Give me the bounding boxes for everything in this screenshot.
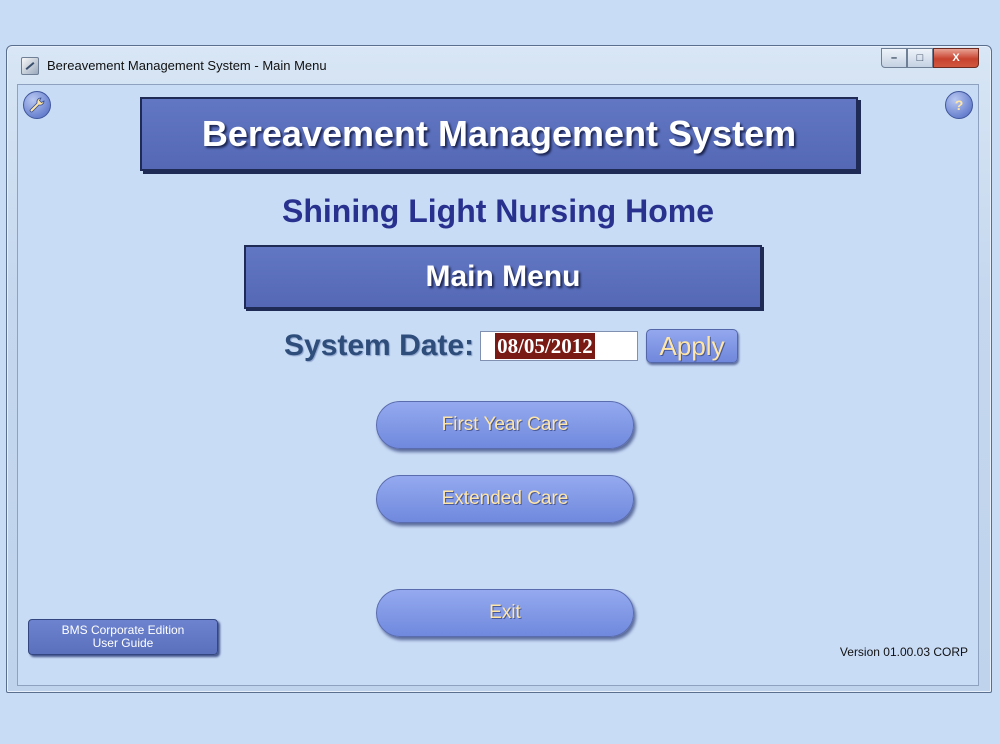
user-guide-line2: User Guide: [92, 636, 154, 650]
close-button[interactable]: X: [933, 48, 979, 68]
exit-button[interactable]: Exit: [376, 589, 634, 637]
system-date-row: System Date: 08/05/2012 Apply: [284, 329, 739, 363]
system-date-label: System Date:: [284, 329, 475, 362]
title-bar[interactable]: Bereavement Management System - Main Men…: [7, 46, 991, 84]
maximize-button[interactable]: □: [907, 48, 933, 68]
help-button[interactable]: ?: [945, 91, 973, 119]
minimize-button[interactable]: –: [881, 48, 907, 68]
version-label: Version 01.00.03 CORP: [839, 645, 968, 659]
menu-title: Main Menu: [244, 245, 762, 309]
window-controls: – □ X: [881, 48, 979, 68]
first-year-care-button[interactable]: First Year Care: [376, 401, 634, 449]
extended-care-button[interactable]: Extended Care: [376, 475, 634, 523]
system-date-value: 08/05/2012: [495, 333, 595, 359]
app-icon: [21, 57, 39, 75]
client-area: ? Bereavement Management System Shining …: [17, 84, 979, 686]
app-banner: Bereavement Management System: [140, 97, 858, 171]
apply-button[interactable]: Apply: [646, 329, 739, 363]
app-window: Bereavement Management System - Main Men…: [6, 45, 992, 693]
user-guide-button[interactable]: BMS Corporate Edition User Guide: [28, 619, 218, 655]
facility-name: Shining Light Nursing Home: [282, 193, 714, 229]
settings-button[interactable]: [23, 91, 51, 119]
system-date-input[interactable]: 08/05/2012: [480, 331, 639, 361]
wrench-icon: [29, 97, 45, 113]
window-title: Bereavement Management System - Main Men…: [47, 58, 327, 73]
